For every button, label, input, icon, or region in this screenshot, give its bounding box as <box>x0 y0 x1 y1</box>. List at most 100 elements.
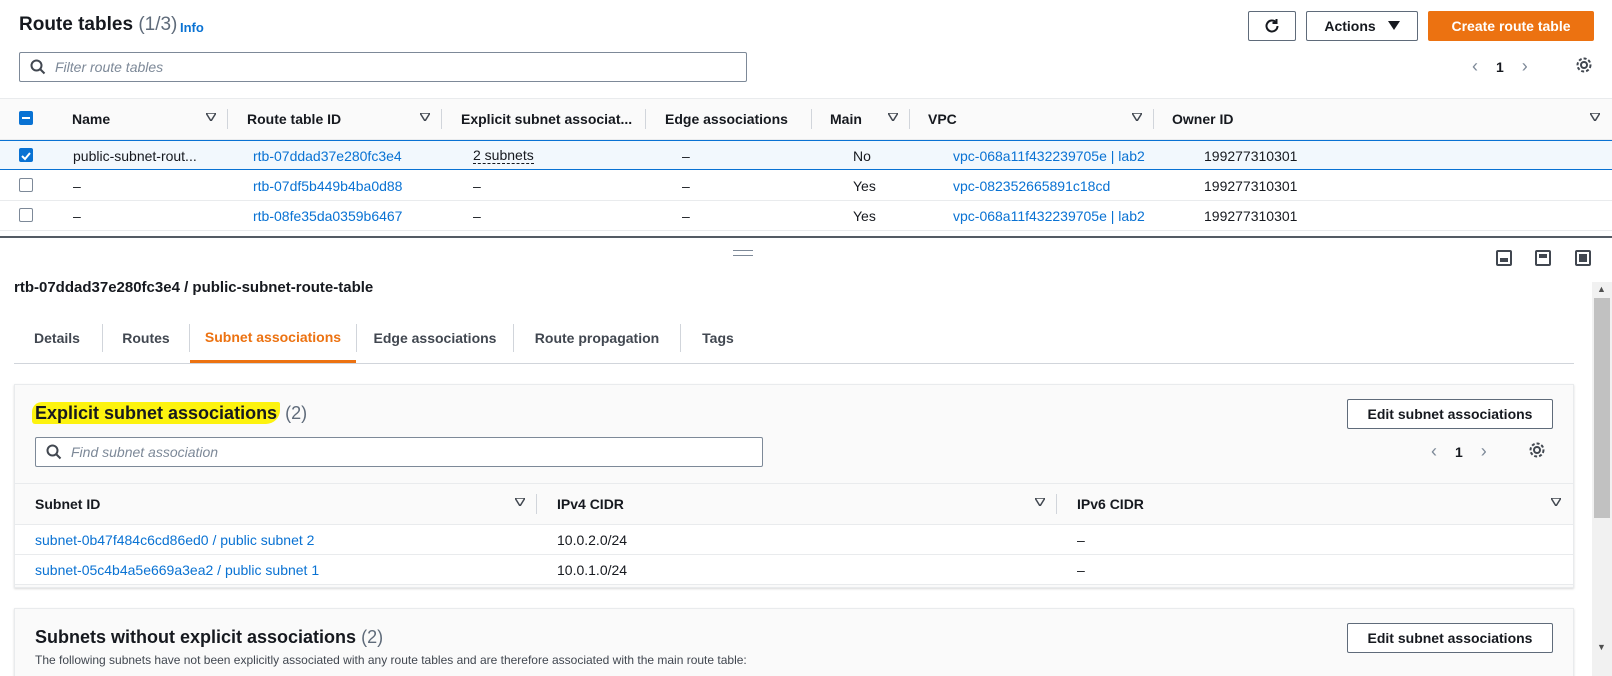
row-checkbox[interactable] <box>19 208 33 222</box>
find-subnet-association-input[interactable]: Find subnet association <box>35 437 763 467</box>
page-title: Route tables (1/3) <box>19 14 178 35</box>
subnet-id-link[interactable]: subnet-05c4b4a5e669a3ea2 / public subnet… <box>35 555 319 584</box>
column-header-vpc[interactable]: VPC <box>910 99 1154 139</box>
refresh-icon <box>1265 19 1279 33</box>
detail-panel-title: rtb-07ddad37e280fc3e4 / public-subnet-ro… <box>14 279 374 296</box>
cell-owner-id: 199277310301 <box>1204 177 1298 194</box>
create-route-table-button[interactable]: Create route table <box>1428 11 1594 41</box>
panel-full-icon[interactable] <box>1575 250 1591 266</box>
chevron-left-icon[interactable]: ‹ <box>1472 56 1478 77</box>
row-checkbox[interactable] <box>19 148 33 162</box>
table-row[interactable]: – rtb-07df5b449b4ba0d88 – – Yes vpc-0823… <box>0 171 1612 201</box>
resize-handle[interactable] <box>733 250 753 256</box>
actions-dropdown[interactable]: Actions <box>1306 11 1418 41</box>
subnets-without-associations-container: Subnets without explicit associations (2… <box>14 608 1574 676</box>
column-header-ipv4-cidr[interactable]: IPv4 CIDR <box>537 484 1057 524</box>
page-number[interactable]: 1 <box>1455 444 1463 460</box>
vpc-link[interactable]: vpc-068a11f432239705e | lab2 <box>953 201 1145 230</box>
column-header-name[interactable]: Name <box>52 99 228 139</box>
scrollbar-thumb[interactable] <box>1594 298 1610 518</box>
section-count: (2) <box>361 627 384 647</box>
column-header-route-table-id[interactable]: Route table ID <box>228 99 442 139</box>
chevron-left-icon[interactable]: ‹ <box>1431 441 1437 462</box>
subnet-row: subnet-05c4b4a5e669a3ea2 / public subnet… <box>15 555 1573 585</box>
sort-icon <box>1035 498 1045 506</box>
panel-bottom-icon[interactable] <box>1496 250 1512 266</box>
sort-icon <box>420 113 430 121</box>
route-table-id-link[interactable]: rtb-07ddad37e280fc3e4 <box>253 141 402 170</box>
route-tables-header: Route tables (1/3) Info Actions Create r… <box>0 0 1612 98</box>
actions-label: Actions <box>1324 18 1376 34</box>
column-header-owner-id[interactable]: Owner ID <box>1154 99 1612 139</box>
cell-main: Yes <box>853 207 876 224</box>
chevron-right-icon[interactable]: › <box>1522 56 1528 77</box>
column-header-edge-associations[interactable]: Edge associations <box>646 99 812 139</box>
tab-tags[interactable]: Tags <box>681 314 755 362</box>
cell-ipv4: 10.0.1.0/24 <box>557 561 628 578</box>
info-link[interactable]: Info <box>180 20 204 35</box>
cell-edge: – <box>682 147 690 164</box>
chevron-right-icon[interactable]: › <box>1481 441 1487 462</box>
table-row[interactable]: public-subnet-rout... rtb-07ddad37e280fc… <box>0 140 1612 170</box>
panel-side-icon[interactable] <box>1535 250 1551 266</box>
pagination: ‹ 1 › <box>1431 441 1487 462</box>
vpc-link[interactable]: vpc-082352665891c18cd <box>953 171 1110 200</box>
cell-name: public-subnet-rout... <box>73 147 197 164</box>
subnet-id-link[interactable]: subnet-0b47f484c6cd86ed0 / public subnet… <box>35 525 314 554</box>
scroll-up-icon[interactable]: ▲ <box>1597 284 1606 294</box>
route-table-id-link[interactable]: rtb-07df5b449b4ba0d88 <box>253 171 402 200</box>
gear-icon[interactable] <box>1528 441 1546 459</box>
column-header-explicit-subnet[interactable]: Explicit subnet associat... <box>442 99 646 139</box>
subnet-row: subnet-0b47f484c6cd86ed0 / public subnet… <box>15 525 1573 555</box>
refresh-button[interactable] <box>1248 11 1296 41</box>
tab-subnet-associations[interactable]: Subnet associations <box>190 314 356 363</box>
sort-icon <box>1590 113 1600 121</box>
page-number[interactable]: 1 <box>1496 59 1504 75</box>
section-count: (2) <box>285 403 308 423</box>
sort-icon <box>888 113 898 121</box>
caret-down-icon <box>1387 21 1400 30</box>
cell-ipv6: – <box>1077 561 1085 578</box>
cell-name: – <box>73 207 81 224</box>
column-header-main[interactable]: Main <box>812 99 910 139</box>
cell-main: Yes <box>853 177 876 194</box>
column-header-ipv6-cidr[interactable]: IPv6 CIDR <box>1057 484 1573 524</box>
cell-ipv4: 10.0.2.0/24 <box>557 531 628 548</box>
gear-icon[interactable] <box>1575 56 1593 74</box>
cell-explicit: – <box>473 177 481 194</box>
cell-explicit: – <box>473 207 481 224</box>
route-tables-table-header: Name Route table ID Explicit subnet asso… <box>0 98 1612 140</box>
explicit-subnet-associations-container: Explicit subnet associations (2) Edit su… <box>14 384 1574 588</box>
tab-routes[interactable]: Routes <box>103 314 189 362</box>
edit-subnet-associations-button[interactable]: Edit subnet associations <box>1347 399 1553 429</box>
cell-edge: – <box>682 207 690 224</box>
sort-icon <box>1551 498 1561 506</box>
search-placeholder: Filter route tables <box>55 59 164 75</box>
search-icon <box>30 59 46 75</box>
scroll-down-icon[interactable]: ▼ <box>1597 642 1606 652</box>
section-title: Explicit subnet associations (2) <box>32 402 308 424</box>
cell-owner-id: 199277310301 <box>1204 207 1298 224</box>
section-title: Subnets without explicit associations (2… <box>35 627 384 647</box>
edit-subnet-associations-button[interactable]: Edit subnet associations <box>1347 623 1553 653</box>
check-icon <box>21 152 31 161</box>
column-header-subnet-id[interactable]: Subnet ID <box>15 484 537 524</box>
search-icon <box>46 444 62 460</box>
tab-edge-associations[interactable]: Edge associations <box>357 314 513 362</box>
route-table-id-link[interactable]: rtb-08fe35da0359b6467 <box>253 201 402 230</box>
filter-route-tables-input[interactable]: Filter route tables <box>19 52 747 82</box>
sort-icon <box>515 498 525 506</box>
table-row[interactable]: – rtb-08fe35da0359b6467 – – Yes vpc-068a… <box>0 201 1612 231</box>
vpc-link[interactable]: vpc-068a11f432239705e | lab2 <box>953 141 1145 170</box>
tab-details[interactable]: Details <box>14 314 100 362</box>
split-panel-divider <box>0 236 1612 238</box>
row-checkbox[interactable] <box>19 178 33 192</box>
search-placeholder: Find subnet association <box>71 444 219 460</box>
explicit-subnets-popover[interactable]: 2 subnets <box>473 147 534 164</box>
select-all-checkbox[interactable] <box>19 111 33 125</box>
highlighted-title: Explicit subnet associations <box>32 402 281 424</box>
selection-count: (1/3) <box>138 14 178 35</box>
tab-route-propagation[interactable]: Route propagation <box>514 314 680 362</box>
pagination: ‹ 1 › <box>1472 56 1528 77</box>
cell-owner-id: 199277310301 <box>1204 147 1298 164</box>
